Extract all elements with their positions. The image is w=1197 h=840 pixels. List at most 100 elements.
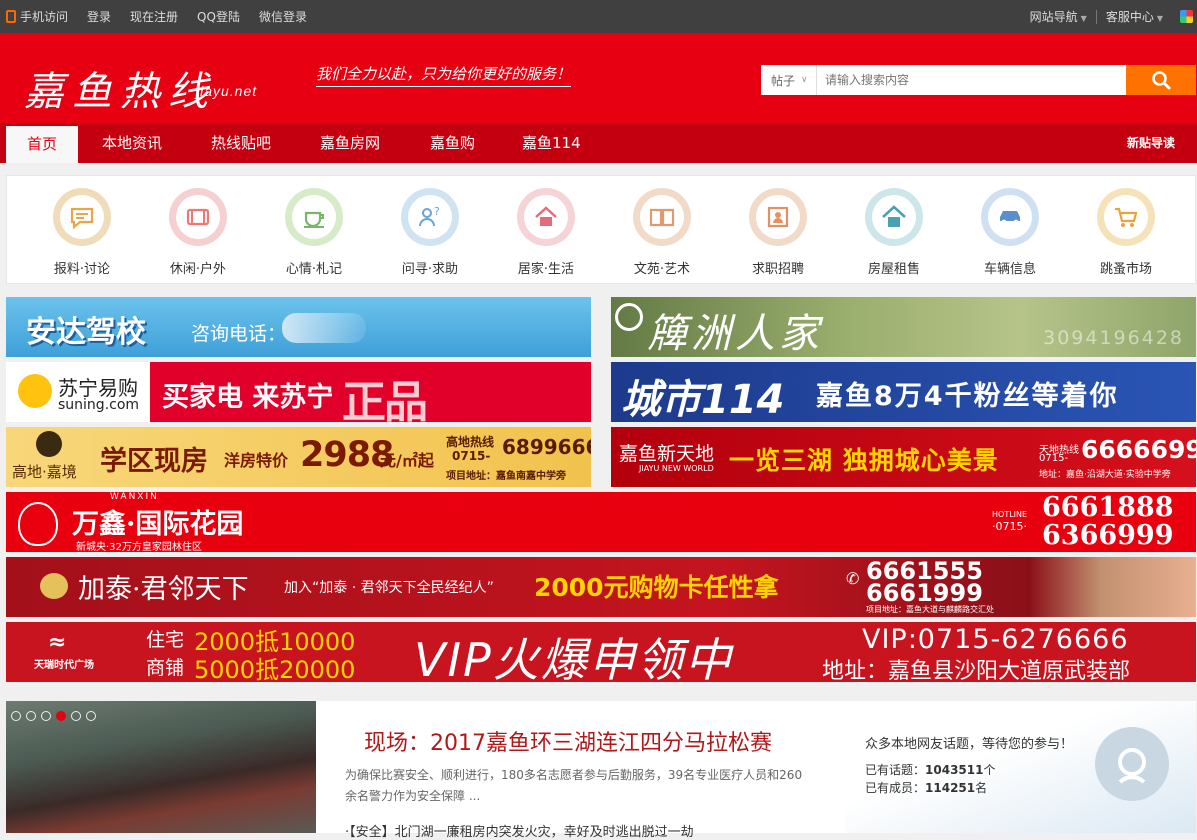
coffee-cup-icon [304,211,324,228]
slideshow-dots [11,711,101,721]
ad-ningzhou-renjia[interactable]: 簰洲人家 3094196428 [611,297,1196,357]
ad-graphic [282,313,366,343]
category-panel: 报料·讨论 休闲·户外 心情·札记? 问寻·求助 居家·生活 文苑·艺术 求职招聘 房屋租售 车… [6,175,1196,284]
service-center-menu[interactable]: 客服中心 ▼ [1106,8,1163,25]
ad-wanxin-garden[interactable]: WANXIN 万鑫·国际花园 新城央·32万方皇家园林住区 HOTLINE ·0… [6,492,1196,552]
slide-dot[interactable] [26,711,36,721]
slide-dot[interactable] [86,711,96,721]
login-link[interactable]: 登录 [87,8,111,25]
chevron-down-icon: ∨ [801,75,808,85]
search-button[interactable] [1126,65,1196,95]
ad-gaodi-jiajing[interactable]: 高地·嘉境 学区现房 洋房特价 2988 元/㎡起 高地热线 0715- 689… [6,427,591,487]
ad-anda-driving-school[interactable]: 安达驾校 咨询电话： [6,297,591,357]
top-bar-left: 手机访问 登录 现在注册 QQ登陆 微信登录 [6,0,326,33]
members-count: 已有成员：114251名 [865,781,988,795]
nav-housing[interactable]: 嘉鱼房网 [320,123,380,163]
topics-count: 已有话题：1043511个 [865,763,996,777]
category-label: 跳蚤市场 [1099,262,1152,277]
category-label: 报料·讨论 [53,262,111,277]
category-car[interactable]: 车辆信息 [955,188,1065,277]
home-icon [535,206,557,226]
ad-logo-icon [615,303,643,331]
category-icon-bg [981,188,1039,246]
category-question-people[interactable]: ? 问寻·求助 [375,188,485,277]
suning-lion-icon [18,374,52,408]
category-chat-bubble[interactable]: 报料·讨论 [27,188,137,277]
site-logo-domain: jiayu.net [196,83,258,99]
category-film[interactable]: 休闲·户外 [143,188,253,277]
category-label: 车辆信息 [983,262,1036,277]
ad-jiayu-xintiandi[interactable]: 嘉鱼新天地 JIAYU NEW WORLD 一览三湖 独拥城心美景 天地热线 0… [611,427,1196,487]
category-label: 休闲·户外 [169,262,227,277]
svg-text:?: ? [434,205,440,218]
news-slideshow-image[interactable] [6,701,316,833]
phone-icon [6,10,16,23]
category-label: 求职招聘 [751,262,804,277]
question-people-icon: ? [419,205,440,227]
category-label: 问寻·求助 [401,262,459,277]
news-summary: 为确保比赛安全、顺利进行，180多名志愿者参与后勤服务，39名专业医疗人员和26… [345,768,803,803]
house-icon [882,205,906,227]
register-link[interactable]: 现在注册 [130,8,178,25]
chat-bubble-icon [70,207,94,230]
category-shopping-cart[interactable]: 跳蚤市场 [1071,188,1181,277]
category-house[interactable]: 房屋租售 [839,188,949,277]
category-coffee-cup[interactable]: 心情·札记 [259,188,369,277]
search-icon [1152,71,1171,90]
qq-login-link[interactable]: QQ登陆 [197,8,240,25]
category-icon-bg [517,188,575,246]
news-section: 现场：2017嘉鱼环三湖连江四分马拉松赛 为确保比赛安全、顺利进行，180多名志… [6,701,1196,840]
nav-local-news[interactable]: 本地资讯 [102,123,162,163]
slide-dot-active[interactable] [56,711,66,721]
ad-city114[interactable]: 城市114 嘉鱼8万4千粉丝等着你 [611,362,1196,422]
chevron-down-icon: ▼ [1080,14,1087,23]
avatar[interactable] [1095,727,1169,801]
wanxin-crest-icon [18,502,58,546]
category-label: 居家·生活 [517,262,575,277]
new-posts-guide-link[interactable]: 新贴导读 [1127,123,1175,163]
slide-dot[interactable] [71,711,81,721]
category-icon-bg [749,188,807,246]
search-input[interactable] [817,65,1126,95]
phone-icon: ✆ [846,569,860,588]
tianrui-logo-icon: ≈ [48,630,67,655]
user-icon [1118,748,1146,784]
book-icon [649,208,675,227]
nav-home[interactable]: 首页 [6,126,78,163]
divider [1095,9,1097,24]
main-nav: 首页 本地资讯 热线贴吧 嘉鱼房网 嘉鱼购 嘉鱼114 新贴导读 [0,123,1197,163]
category-icon-bg [169,188,227,246]
category-home[interactable]: 居家·生活 [491,188,601,277]
theme-color-icon[interactable] [1180,10,1193,23]
news-headline[interactable]: 现场：2017嘉鱼环三湖连江四分马拉松赛 [364,725,772,757]
header: 嘉鱼热线 jiayu.net 我们全力以赴，只为给你更好的服务！ 帖子 ∨ [0,33,1197,123]
category-icon-bg: ? [401,188,459,246]
wechat-login-link[interactable]: 微信登录 [259,8,307,25]
jiatai-logo-icon [40,573,68,599]
category-label: 心情·札记 [285,262,343,277]
slide-dot[interactable] [11,711,21,721]
mobile-access-link[interactable]: 手机访问 [6,8,68,25]
category-icon-bg [53,188,111,246]
site-logo[interactable]: 嘉鱼热线 [24,59,216,117]
gaodi-logo-icon [36,431,62,457]
id-card-icon [767,206,789,228]
top-bar: 手机访问 登录 现在注册 QQ登陆 微信登录 网站导航 ▼ 客服中心 ▼ [0,0,1197,33]
nav-shop[interactable]: 嘉鱼购 [430,123,475,163]
search-bar: 帖子 ∨ [761,65,1196,95]
chevron-down-icon: ▼ [1156,14,1163,23]
slide-dot[interactable] [41,711,51,721]
site-nav-menu[interactable]: 网站导航 ▼ [1030,8,1087,25]
ad-tianrui-square[interactable]: ≈ 天瑞时代广场 住宅 2000抵10000 商铺 5000抵20000 VIP… [6,622,1196,682]
ad-jiatai-junlin[interactable]: 加泰·君邻天下 加入“加泰 · 君邻天下全民经纪人” 2000元购物卡任性拿 ✆… [6,557,1196,617]
search-type-select[interactable]: 帖子 ∨ [761,65,817,95]
category-book[interactable]: 文苑·艺术 [607,188,717,277]
nav-114[interactable]: 嘉鱼114 [522,123,581,163]
category-id-card[interactable]: 求职招聘 [723,188,833,277]
community-panel: 众多本地网友话题，等待您的参与！ 已有话题：1043511个 已有成员：1142… [845,701,1196,833]
news-list-item[interactable]: ·【安全】北门湖一廉租房内突发火灾，幸好及时逃出脱过一劫 [345,821,694,840]
ad-suning[interactable]: 苏宁易购 suning.com 买家电 来苏宁 正品 [6,362,591,422]
category-label: 房屋租售 [867,262,920,277]
nav-forum[interactable]: 热线贴吧 [211,123,271,163]
top-bar-right: 网站导航 ▼ 客服中心 ▼ [1030,0,1163,33]
